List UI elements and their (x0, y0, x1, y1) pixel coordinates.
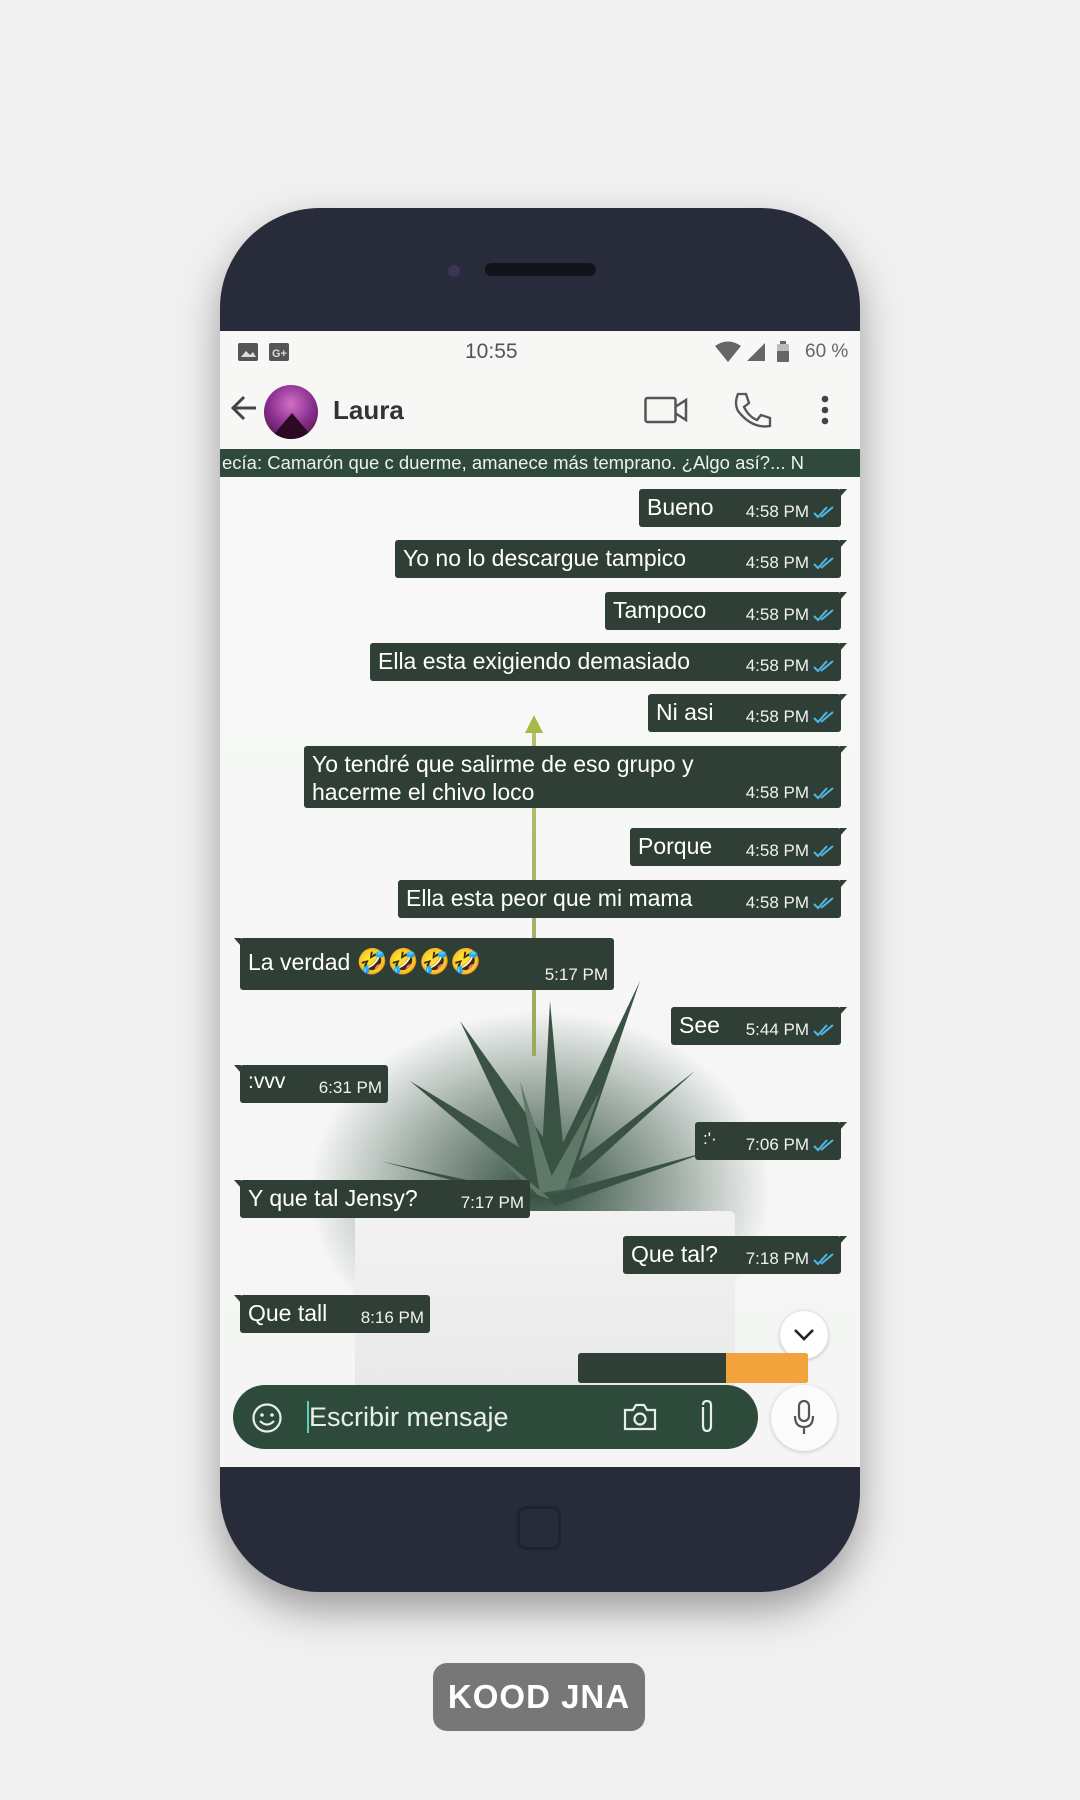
read-receipt-icon (813, 845, 834, 858)
status-bar: G+ 10:55 60 % (220, 331, 860, 373)
message-bubble-in[interactable]: La verdad 🤣🤣🤣🤣 5:17 PM (234, 938, 614, 990)
message-text: Ella esta peor que mi mama (406, 885, 693, 911)
message-time: 7:06 PM (745, 1135, 809, 1154)
battery-percentage: 60 % (805, 341, 849, 362)
message-time: 7:18 PM (745, 1249, 809, 1268)
voice-record-button[interactable] (771, 1385, 837, 1451)
wallpaper-bud (525, 715, 543, 733)
message-text: :vvv (248, 1070, 286, 1093)
message-text: Que tall (248, 1300, 328, 1326)
message-bubble-out[interactable]: Ni asi 4:58 PM (648, 694, 847, 732)
cell-signal-icon (747, 343, 765, 361)
message-bubble-out[interactable]: Yo no lo descargue tampico 4:58 PM (395, 540, 847, 578)
front-camera (448, 265, 460, 277)
earpiece-speaker (485, 263, 596, 276)
message-bubble-out[interactable]: Tampoco 4:58 PM (605, 592, 847, 630)
message-input[interactable]: Escribir mensaje (309, 1402, 509, 1433)
read-receipt-icon (813, 660, 834, 673)
camera-icon[interactable] (622, 1402, 658, 1432)
chevron-down-icon (794, 1329, 814, 1341)
message-bubble-out[interactable]: Yo tendré que salirme de eso grupo y hac… (304, 746, 847, 808)
read-receipt-icon (813, 1139, 834, 1152)
brand-watermark: KOOD JNA (433, 1663, 645, 1731)
read-receipt-icon (813, 787, 834, 800)
chat-header: Laura (220, 373, 860, 449)
message-bubble-out[interactable]: Que tal? 7:18 PM (623, 1236, 847, 1274)
message-text: Porque (638, 833, 713, 859)
message-time: 6:31 PM (318, 1078, 382, 1097)
message-time: 4:58 PM (745, 502, 809, 521)
phone-call-icon[interactable] (732, 391, 772, 431)
message-bubble-out[interactable]: :'· 7:06 PM (695, 1122, 847, 1160)
message-time: 4:58 PM (745, 553, 809, 572)
scroll-to-bottom-button[interactable] (780, 1311, 828, 1359)
emoji-icon[interactable] (251, 1402, 283, 1434)
svg-text:G+: G+ (272, 348, 287, 360)
message-text: Ella esta exigiendo demasiado (378, 648, 690, 674)
attachment-icon[interactable] (697, 1399, 717, 1435)
google-plus-icon: G+ (269, 343, 289, 361)
read-receipt-icon (813, 609, 834, 622)
more-options-icon[interactable] (821, 395, 829, 425)
message-text: Yo no lo descargue tampico (403, 545, 687, 571)
message-text: Ni asi (656, 699, 714, 725)
message-time: 4:58 PM (745, 707, 809, 726)
message-time: 5:44 PM (745, 1020, 809, 1039)
message-time: 4:58 PM (745, 656, 809, 675)
read-receipt-icon (813, 506, 834, 519)
message-text: See (679, 1012, 720, 1038)
message-time: 4:58 PM (745, 841, 809, 860)
message-time: 5:17 PM (544, 965, 608, 984)
message-text: Y que tal Jensy? (248, 1185, 418, 1211)
battery-icon (777, 341, 789, 362)
message-bubble-out[interactable]: Ella esta exigiendo demasiado 4:58 PM (370, 643, 847, 681)
message-bubble-in[interactable]: Que tall 8:16 PM (234, 1295, 430, 1333)
message-time: 8:16 PM (360, 1308, 424, 1327)
message-text: :'· (703, 1129, 717, 1148)
message-bubble-out[interactable]: See 5:44 PM (671, 1007, 847, 1045)
message-text: Que tal? (631, 1241, 718, 1267)
wifi-icon (715, 341, 741, 362)
message-bubble-out[interactable]: Bueno 4:58 PM (639, 489, 847, 527)
contact-name[interactable]: Laura (333, 395, 404, 426)
message-time: 4:58 PM (745, 783, 809, 802)
rolling-laughing-emoji: 🤣🤣🤣🤣 (356, 948, 482, 976)
read-receipt-icon (813, 557, 834, 570)
back-arrow-icon[interactable] (230, 394, 258, 422)
video-call-icon[interactable] (644, 395, 688, 425)
message-bubble-out[interactable]: Porque 4:58 PM (630, 828, 847, 866)
status-marquee: ecía: Camarón que c duerme, amanece más … (220, 449, 860, 477)
gallery-icon (238, 343, 258, 361)
message-text: Bueno (647, 494, 714, 520)
status-time: 10:55 (465, 340, 518, 363)
message-bubble-in[interactable]: :vvv 6:31 PM (234, 1065, 388, 1103)
message-time: 7:17 PM (460, 1193, 524, 1212)
home-button[interactable] (517, 1506, 561, 1550)
read-receipt-icon (813, 711, 834, 724)
message-input-bar[interactable]: Escribir mensaje (233, 1385, 758, 1449)
message-text: Yo tendré que salirme de eso grupo y (312, 751, 694, 777)
contact-avatar[interactable] (264, 385, 318, 439)
microphone-icon (793, 1399, 815, 1434)
phone-screen: G+ 10:55 60 % Laura ecía: Camarón que c … (220, 331, 860, 1467)
message-time: 4:58 PM (745, 893, 809, 912)
read-receipt-icon (813, 897, 834, 910)
read-receipt-icon (813, 1253, 834, 1266)
message-bubble-in[interactable]: Y que tal Jensy? 7:17 PM (234, 1180, 530, 1218)
message-text-line2: hacerme el chivo loco (312, 779, 535, 805)
message-text: La verdad 🤣🤣🤣🤣 (248, 948, 482, 976)
read-receipt-icon (813, 1024, 834, 1037)
message-time: 4:58 PM (745, 605, 809, 624)
message-bubble-out[interactable]: Ella esta peor que mi mama 4:58 PM (398, 880, 847, 918)
partial-message-bubble (578, 1353, 808, 1383)
message-text: Tampoco (613, 597, 707, 623)
